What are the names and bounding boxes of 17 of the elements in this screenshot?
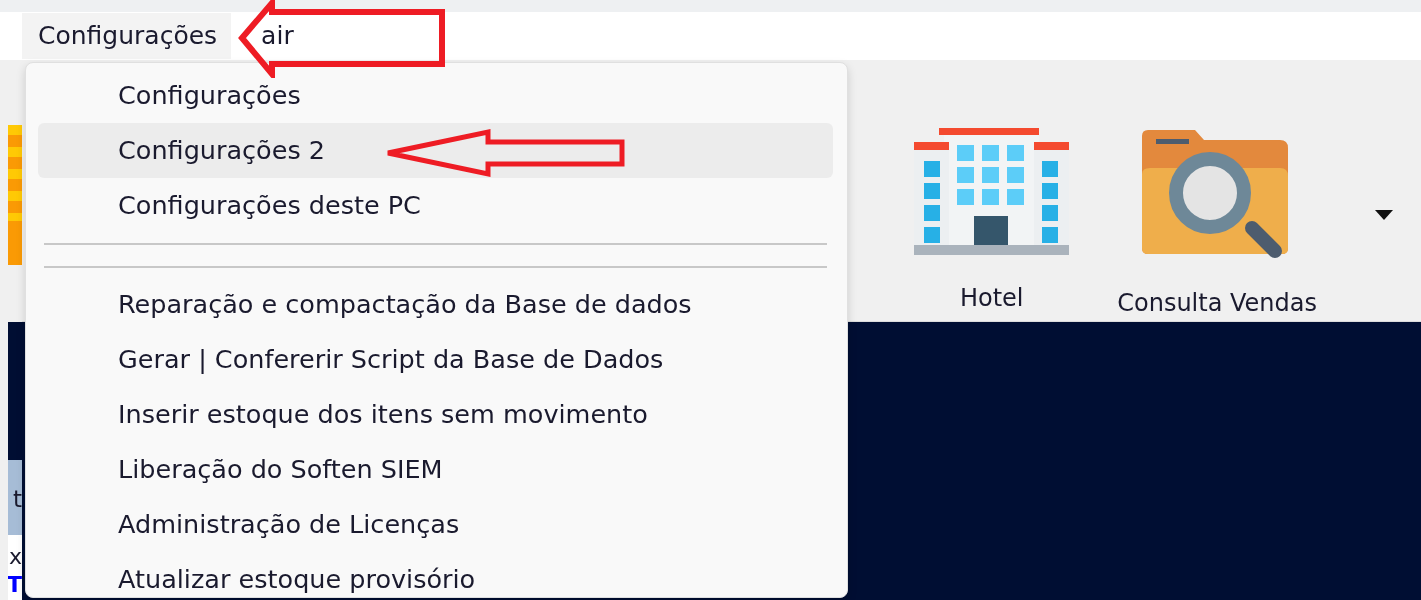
menu-bar-item[interactable]: air: [257, 13, 308, 59]
toolbar-button[interactable]: Hotel: [914, 128, 1070, 316]
menu-item[interactable]: Atualizar estoque provisório: [38, 552, 833, 597]
toolbar-button[interactable]: Consulta Vendas: [1117, 128, 1317, 321]
menu-item[interactable]: Configurações deste PC: [38, 178, 833, 233]
menu-item[interactable]: Administração de Licenças: [38, 497, 833, 552]
menu-item[interactable]: Configurações 2: [38, 123, 833, 178]
text-fragment: t: [12, 486, 22, 512]
caret-icon[interactable]: [1375, 210, 1393, 220]
menu-bar-item[interactable]: Configurações: [22, 13, 232, 59]
menu-item[interactable]: Reparação e compactação da Base de dados: [38, 277, 833, 332]
menu-item[interactable]: Inserir estoque dos itens sem movimento: [38, 387, 833, 442]
menu-item[interactable]: Configurações: [38, 68, 833, 123]
building-icon: [914, 128, 1070, 258]
text-fragment: x: [8, 544, 22, 569]
menu-item[interactable]: Gerar | Confererir Script da Base de Dados: [38, 332, 833, 387]
menu-item[interactable]: Liberação do Soften SIEM: [38, 442, 833, 497]
